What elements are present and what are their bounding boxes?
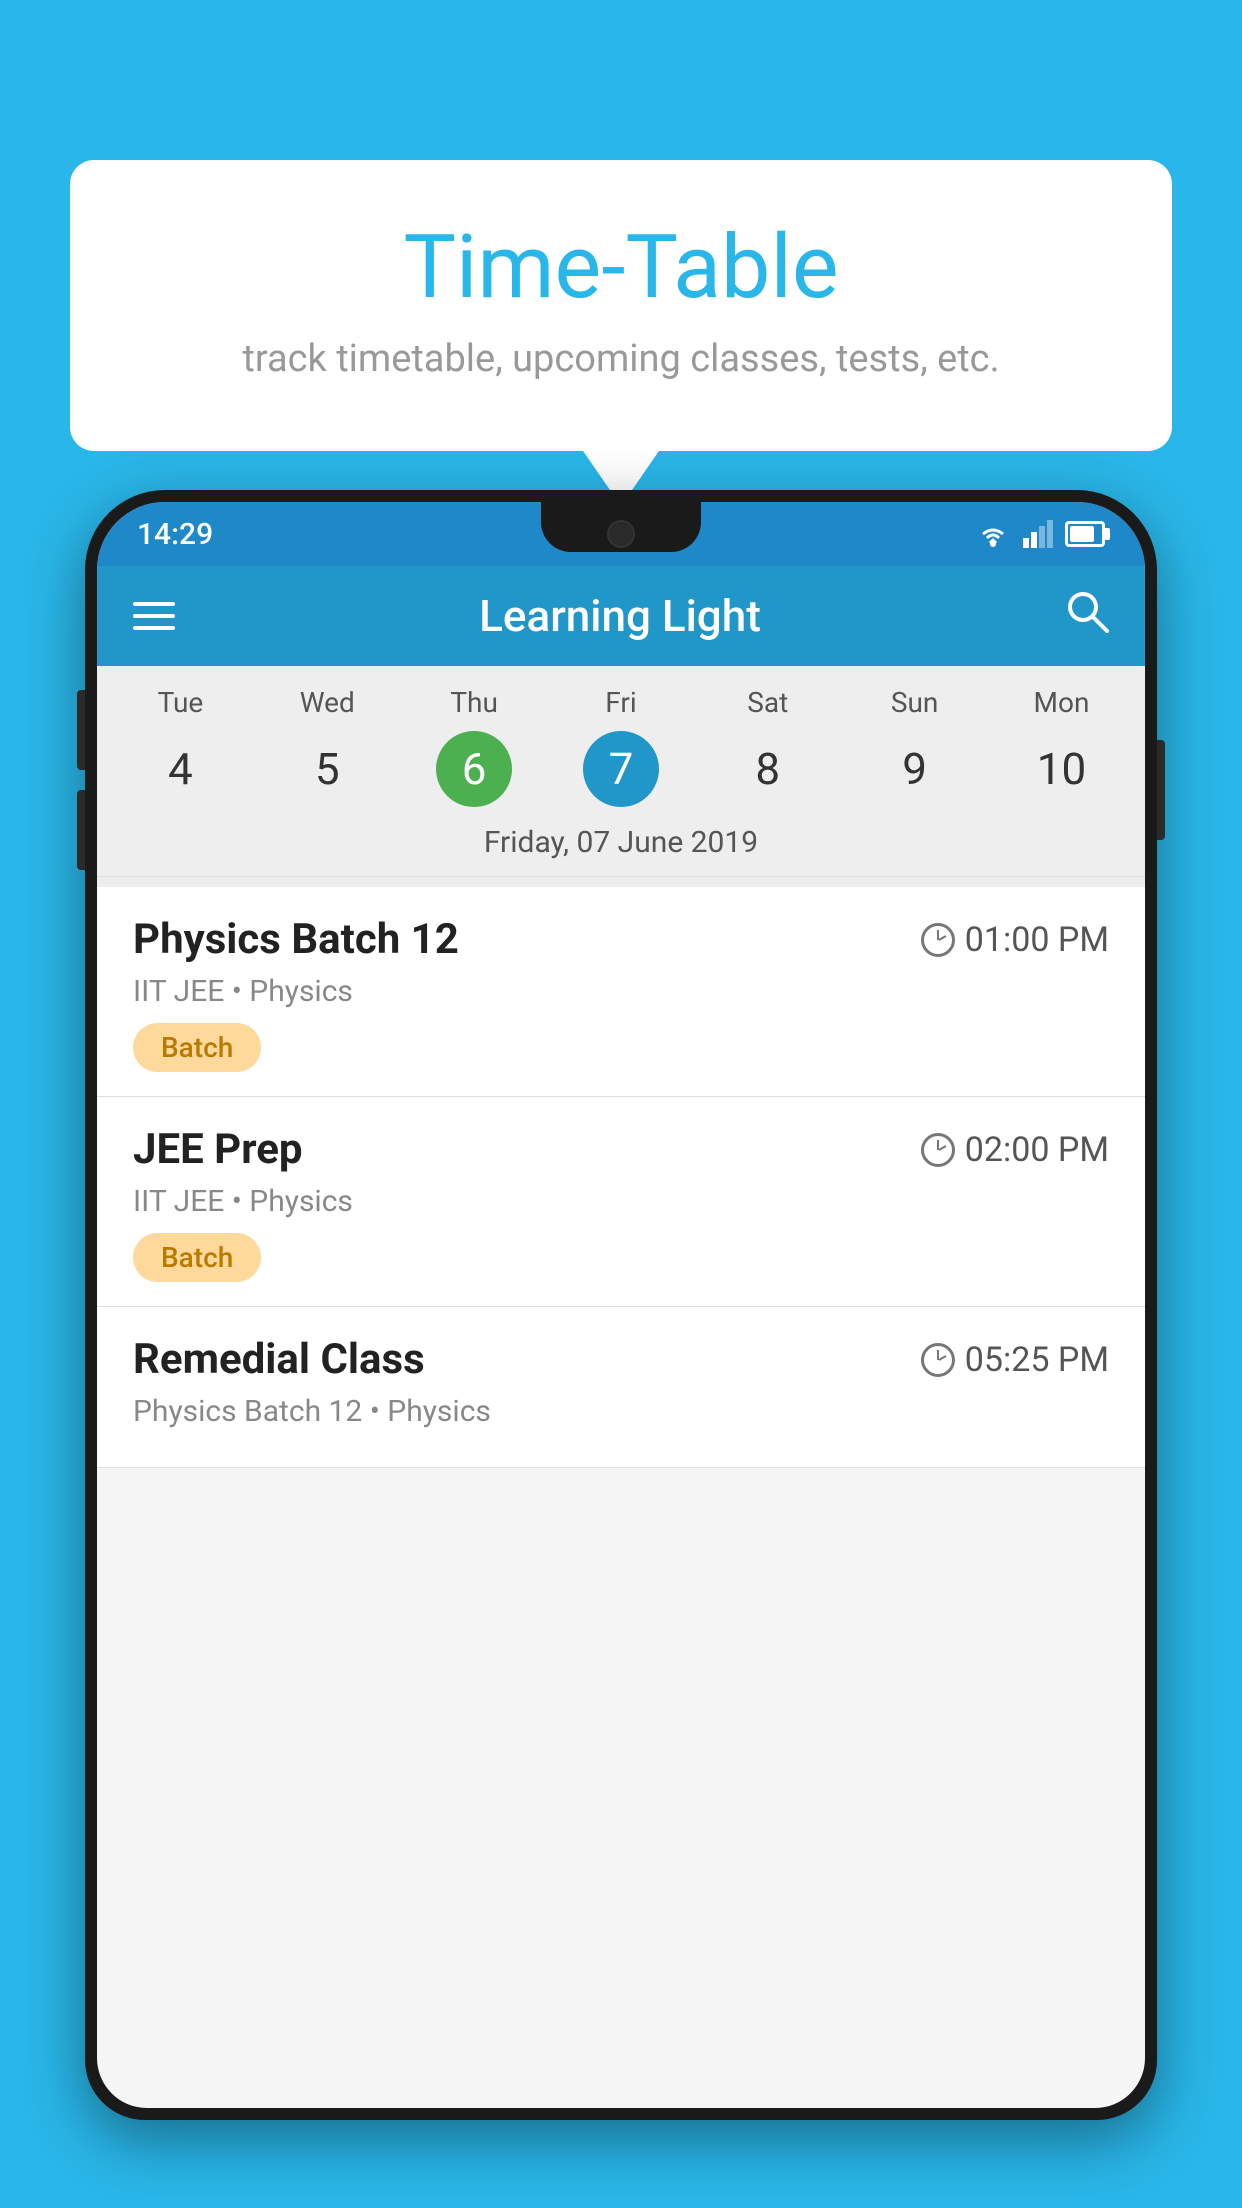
schedule-meta-1: IIT JEE • Physics	[133, 974, 1109, 1009]
volume-down-button	[77, 790, 85, 870]
day-item-wed[interactable]: Wed 5	[262, 686, 392, 807]
schedule-time-2: 02:00 PM	[921, 1130, 1109, 1170]
schedule-item-3[interactable]: Remedial Class 05:25 PM Physics Batch 12…	[97, 1307, 1145, 1468]
phone-screen: 14:29	[97, 502, 1145, 2108]
day-item-mon[interactable]: Mon 10	[996, 686, 1126, 807]
phone-camera	[607, 520, 635, 548]
day-item-tue[interactable]: Tue 4	[115, 686, 245, 807]
volume-up-button	[77, 690, 85, 770]
days-row: Tue 4 Wed 5 Thu 6 Fri 7	[97, 686, 1145, 807]
status-time: 14:29	[137, 517, 213, 552]
day-item-thu[interactable]: Thu 6	[409, 686, 539, 807]
bubble-title: Time-Table	[150, 220, 1092, 317]
batch-tag-1: Batch	[133, 1023, 261, 1072]
day-item-sun[interactable]: Sun 9	[850, 686, 980, 807]
clock-icon-2	[921, 1133, 955, 1167]
schedule-time-3: 05:25 PM	[921, 1340, 1109, 1380]
search-button[interactable]	[1065, 589, 1109, 644]
schedule-title-2: JEE Prep	[133, 1125, 303, 1174]
battery-icon	[1065, 521, 1105, 547]
batch-tag-2: Batch	[133, 1233, 261, 1282]
power-button	[1157, 740, 1165, 840]
schedule-meta-3: Physics Batch 12 • Physics	[133, 1394, 1109, 1429]
schedule-item-1-header: Physics Batch 12 01:00 PM	[133, 915, 1109, 964]
speech-bubble: Time-Table track timetable, upcoming cla…	[70, 160, 1172, 451]
day-item-sat[interactable]: Sat 8	[703, 686, 833, 807]
schedule-time-1: 01:00 PM	[921, 920, 1109, 960]
phone-notch	[541, 502, 701, 552]
status-icons	[975, 520, 1105, 548]
speech-bubble-container: Time-Table track timetable, upcoming cla…	[70, 160, 1172, 451]
day-item-fri[interactable]: Fri 7	[556, 686, 686, 807]
app-title: Learning Light	[479, 590, 761, 642]
bubble-subtitle: track timetable, upcoming classes, tests…	[150, 337, 1092, 381]
schedule-list: Physics Batch 12 01:00 PM IIT JEE • Phys…	[97, 887, 1145, 1468]
calendar-strip: Tue 4 Wed 5 Thu 6 Fri 7	[97, 666, 1145, 887]
schedule-meta-2: IIT JEE • Physics	[133, 1184, 1109, 1219]
schedule-title-3: Remedial Class	[133, 1335, 425, 1384]
schedule-item-2-header: JEE Prep 02:00 PM	[133, 1125, 1109, 1174]
app-bar: Learning Light	[97, 566, 1145, 666]
schedule-item-1[interactable]: Physics Batch 12 01:00 PM IIT JEE • Phys…	[97, 887, 1145, 1097]
selected-date-label: Friday, 07 June 2019	[97, 815, 1145, 877]
phone-wrapper: 14:29	[85, 490, 1157, 2208]
clock-icon-1	[921, 923, 955, 957]
schedule-title-1: Physics Batch 12	[133, 915, 459, 964]
signal-icon	[1023, 520, 1053, 548]
hamburger-menu[interactable]	[133, 602, 175, 630]
schedule-item-3-header: Remedial Class 05:25 PM	[133, 1335, 1109, 1384]
phone-device: 14:29	[85, 490, 1157, 2120]
clock-icon-3	[921, 1343, 955, 1377]
schedule-item-2[interactable]: JEE Prep 02:00 PM IIT JEE • Physics Batc…	[97, 1097, 1145, 1307]
wifi-icon	[975, 520, 1011, 548]
